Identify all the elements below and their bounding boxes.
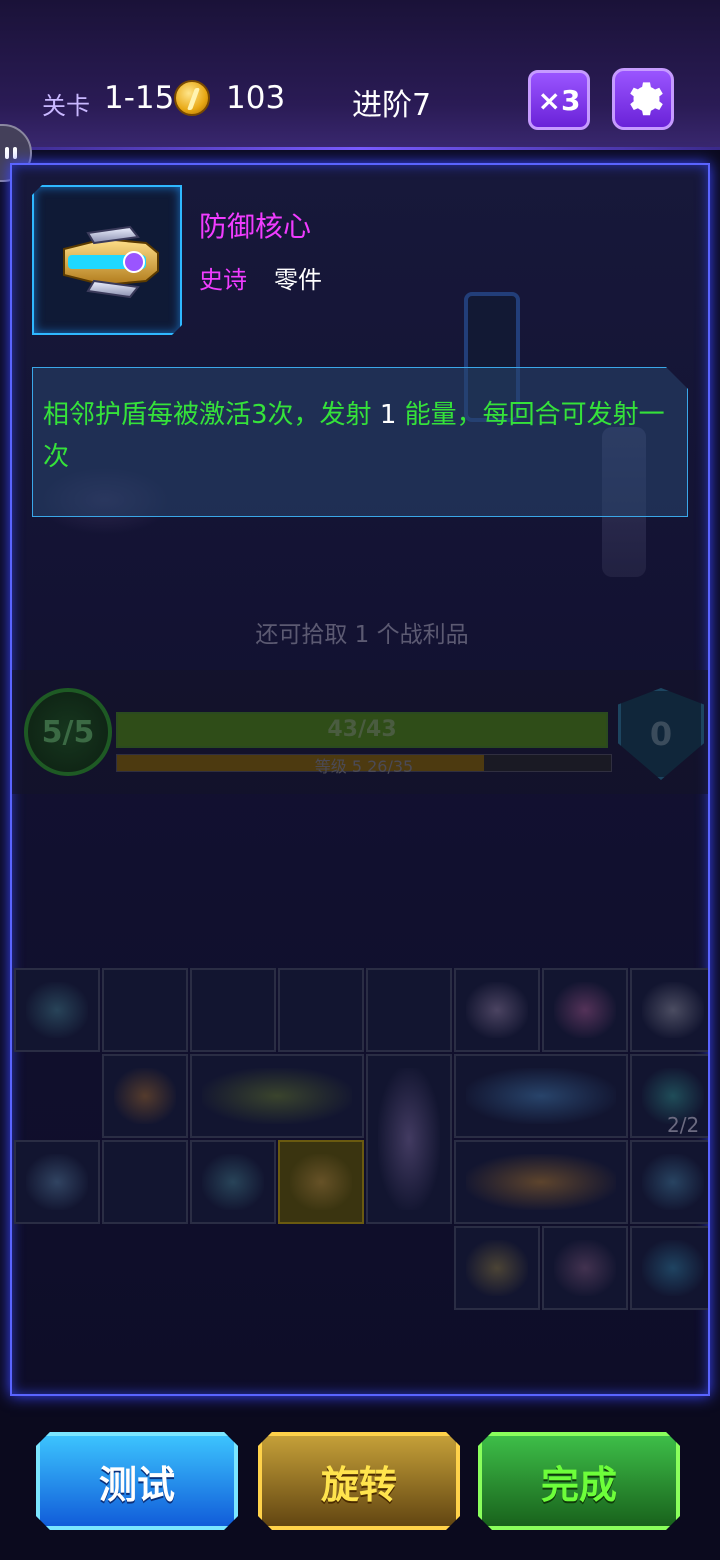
- item-type: 零件: [274, 266, 322, 294]
- inventory-slot[interactable]: [542, 1226, 628, 1310]
- rotate-button[interactable]: 旋转: [258, 1432, 460, 1530]
- part-icon: [466, 1154, 616, 1210]
- inventory-slot[interactable]: [14, 1140, 100, 1224]
- inventory-slot[interactable]: [278, 968, 364, 1052]
- settings-button[interactable]: [612, 68, 674, 130]
- stage-label: 进阶7: [352, 88, 432, 123]
- coin-count: 103: [226, 80, 286, 116]
- part-icon: [114, 1068, 176, 1124]
- item-rarity: 史诗: [199, 266, 247, 294]
- inventory-slot[interactable]: [542, 968, 628, 1052]
- hp-circle: 5/5: [24, 688, 112, 776]
- grid-page-counter: 2/2: [667, 1113, 700, 1137]
- inventory-slot[interactable]: [190, 1140, 276, 1224]
- part-icon: [642, 1154, 704, 1210]
- inventory-slot[interactable]: [102, 968, 188, 1052]
- level-value: 1-15: [104, 80, 175, 116]
- coin-icon: [174, 80, 210, 116]
- defense-core-icon: [34, 187, 184, 337]
- part-icon: [202, 1068, 352, 1124]
- done-button[interactable]: 完成: [478, 1432, 680, 1530]
- hp-bar-value: 43/43: [327, 717, 397, 742]
- speed-multiplier-button[interactable]: ×3: [528, 70, 590, 130]
- item-detail-panel: 防御核心 史诗 零件 相邻护盾每被激活3次，发射 1 能量，每回合可发射一次 还…: [10, 163, 710, 1396]
- level-label: 关卡: [42, 92, 90, 120]
- inventory-slot[interactable]: [102, 1140, 188, 1224]
- part-icon: [466, 982, 528, 1038]
- inventory-slot[interactable]: [190, 968, 276, 1052]
- inventory-slot[interactable]: [454, 1226, 540, 1310]
- item-name: 防御核心: [199, 210, 312, 243]
- inventory-slot[interactable]: [630, 1226, 708, 1310]
- inventory-slot[interactable]: [14, 968, 100, 1052]
- inventory-slot[interactable]: [366, 968, 452, 1052]
- xp-bar: 等级 5 26/35: [116, 754, 612, 776]
- part-icon: [378, 1068, 440, 1210]
- inventory-slot[interactable]: [102, 1054, 188, 1138]
- part-icon: [554, 982, 616, 1038]
- part-icon: [642, 982, 704, 1038]
- item-description-box: 相邻护盾每被激活3次，发射 1 能量，每回合可发射一次: [32, 367, 688, 517]
- pause-icon: [5, 147, 9, 159]
- item-icon-frame: [32, 185, 182, 335]
- part-icon: [26, 982, 88, 1038]
- xp-bar-value: 等级 5 26/35: [314, 757, 414, 776]
- player-stats: 5/5 43/43 等级 5 26/35 0: [12, 670, 708, 794]
- part-icon: [642, 1240, 704, 1296]
- item-description: 相邻护盾每被激活3次，发射 1 能量，每回合可发射一次: [43, 400, 665, 472]
- inventory-slot[interactable]: [630, 1140, 708, 1224]
- hp-bar: 43/43: [116, 712, 608, 748]
- part-icon: [554, 1240, 616, 1296]
- inventory-slot[interactable]: [454, 1140, 628, 1224]
- inventory-slot[interactable]: [190, 1054, 364, 1138]
- shield-badge: 0: [618, 688, 704, 780]
- part-icon: [202, 1154, 264, 1210]
- inventory-slot[interactable]: [454, 1054, 628, 1138]
- inventory-slot[interactable]: [454, 968, 540, 1052]
- part-icon: [26, 1154, 88, 1210]
- part-icon: [466, 1068, 616, 1124]
- inventory-slot[interactable]: [630, 968, 708, 1052]
- top-bar: 关卡 1-15 103 进阶7 ×3: [0, 0, 720, 150]
- inventory-slot[interactable]: [278, 1140, 364, 1224]
- test-button[interactable]: 测试: [36, 1432, 238, 1530]
- gear-icon: [630, 82, 663, 116]
- inventory-slot[interactable]: [366, 1054, 452, 1224]
- loot-remaining-text: 还可拾取 1 个战利品: [255, 622, 469, 648]
- part-icon: [466, 1240, 528, 1296]
- part-icon: [290, 1154, 352, 1210]
